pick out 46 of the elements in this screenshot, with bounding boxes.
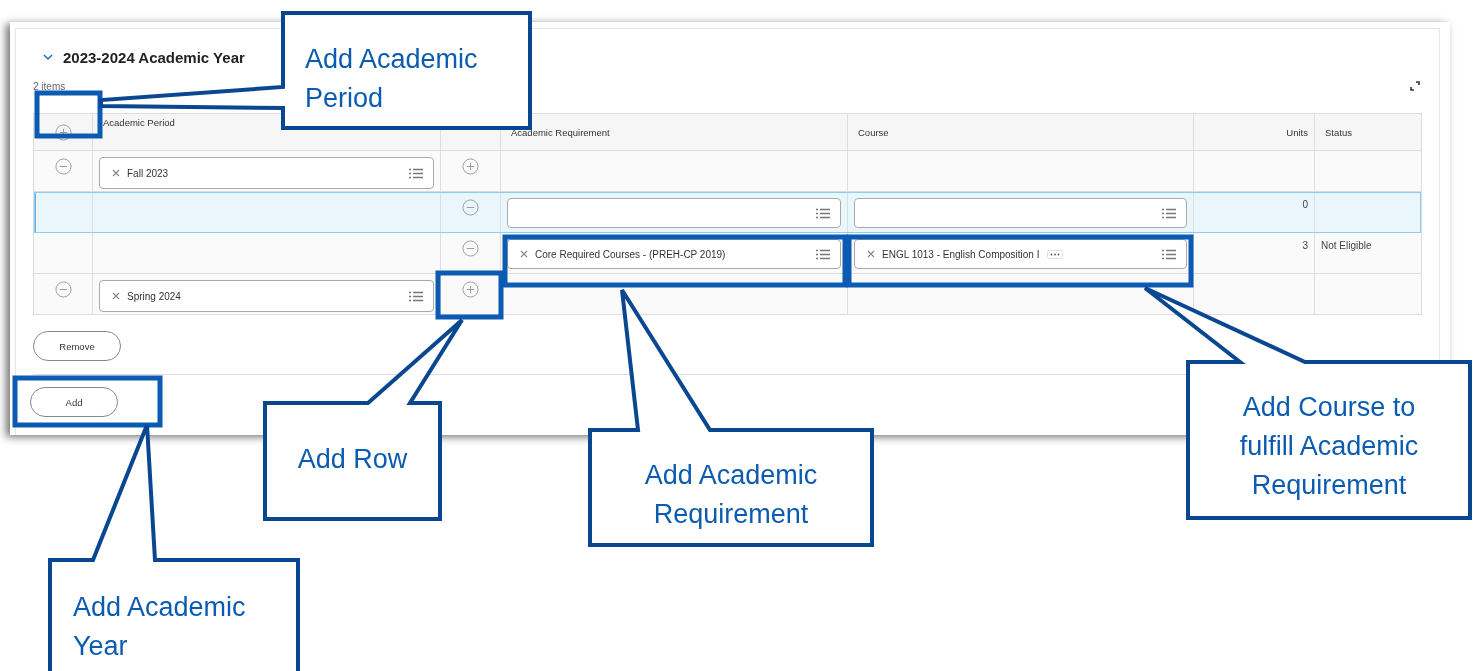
more-icon[interactable] (1046, 249, 1063, 259)
item-count: 2 items (33, 80, 66, 92)
section-title: 2023-2024 Academic Year (63, 48, 245, 66)
list-icon[interactable] (409, 290, 423, 302)
add-icon[interactable] (54, 123, 72, 141)
list-icon[interactable] (816, 207, 830, 219)
clear-icon[interactable] (867, 250, 875, 258)
remove-icon[interactable] (54, 158, 72, 175)
units-value: 3 (1302, 240, 1308, 251)
requirement-field[interactable]: Core Required Courses - (PREH-CP 2019) (507, 239, 841, 269)
callout-text: Add Academic Year (73, 591, 247, 663)
callout-text: Add Course to fulfill Academic Requirement (1238, 391, 1420, 502)
requirement-field[interactable] (507, 198, 841, 228)
clear-icon[interactable] (520, 250, 528, 258)
column-header: Course (857, 126, 889, 138)
list-icon[interactable] (1162, 207, 1176, 219)
course-field[interactable]: ENGL 1013 - English Composition I (854, 239, 1187, 269)
column-header: Status (1324, 126, 1352, 138)
course-field[interactable] (854, 198, 1187, 228)
period-field[interactable]: Fall 2023 (99, 157, 434, 189)
column-header: Academic Requirement (510, 126, 610, 138)
units-value: 0 (1302, 199, 1308, 210)
callout-text: Add Academic Period (305, 43, 479, 115)
list-icon[interactable] (409, 167, 423, 179)
status-value: Not Eligible (1321, 240, 1372, 251)
list-icon[interactable] (1162, 248, 1176, 260)
expand-icon[interactable] (1410, 81, 1420, 91)
table-row[interactable]: 0 (34, 192, 1421, 233)
list-icon[interactable] (816, 248, 830, 260)
remove-icon[interactable] (54, 281, 72, 298)
highlight-frame (34, 90, 103, 139)
table-row[interactable]: Spring 2024 (34, 274, 1421, 315)
remove-icon[interactable] (462, 240, 479, 257)
callout-text: Add Academic Requirement (643, 459, 819, 531)
add-button[interactable]: Add (30, 387, 118, 417)
column-header: Units (1285, 126, 1308, 138)
table-row[interactable]: Fall 2023 (34, 151, 1421, 192)
column-header: Academic Period (102, 117, 175, 128)
callout-text: Add Row (296, 443, 409, 476)
table-row[interactable]: Core Required Courses - (PREH-CP 2019) ENGL 1013 - English Composition I 3 Not Eligible (34, 233, 1421, 274)
remove-icon[interactable] (462, 199, 479, 216)
period-field[interactable]: Spring 2024 (99, 280, 434, 312)
clear-icon[interactable] (112, 292, 120, 300)
chevron-icon[interactable] (43, 53, 53, 61)
clear-icon[interactable] (112, 169, 120, 177)
remove-button[interactable]: Remove (33, 331, 121, 361)
